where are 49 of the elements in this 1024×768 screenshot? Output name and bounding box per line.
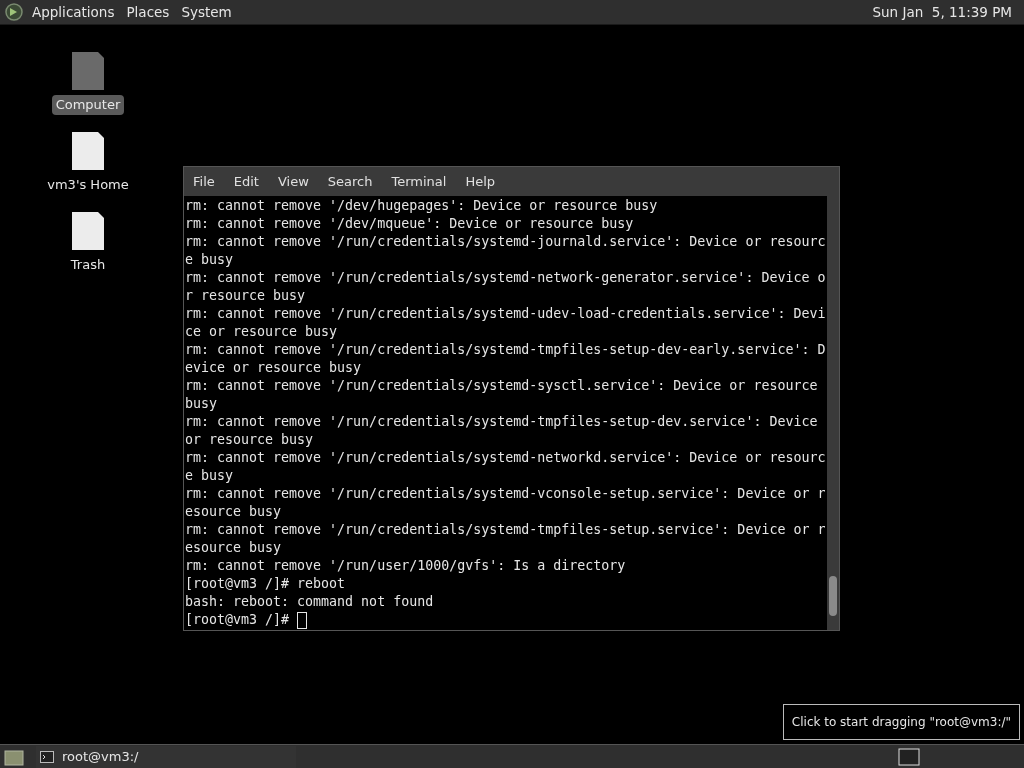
desktop-icon-label[interactable]: Trash	[66, 255, 110, 275]
clock[interactable]: Sun Jan 5, 11:39 PM	[872, 1, 1012, 23]
scrollbar[interactable]	[827, 196, 839, 630]
terminal-line: rm: cannot remove '/run/credentials/systemd-sysctl.service': Device or resource	[185, 377, 818, 395]
terminal-line: [root@vm3 /]#	[185, 611, 291, 629]
show-desktop-icon[interactable]	[4, 747, 24, 766]
panel-menu[interactable]: System	[181, 1, 232, 23]
tooltip: Click to start dragging "root@vm3:/"	[782, 704, 1020, 740]
terminal-line: rm: cannot remove '/run/credentials/systemd-tmpfiles-setup-dev-early.service': D	[185, 341, 826, 359]
terminal-line: evice or resource busy	[185, 359, 362, 377]
terminal-line: rm: cannot remove '/run/user/1000/gvfs': Is a directory	[185, 557, 626, 575]
terminal-line: bash: reboot: command not found	[185, 593, 434, 611]
terminal-line: rm: cannot remove '/run/credentials/systemd-networkd.service': Device or resourc	[185, 449, 826, 467]
terminal-line: rm: cannot remove '/run/credentials/systemd-tmpfiles-setup.service': Device or r	[185, 521, 826, 539]
file-icon	[70, 130, 106, 172]
terminal-line: rm: cannot remove '/dev/hugepages': Device or resource busy	[185, 197, 658, 215]
file-icon	[70, 210, 106, 252]
panel-menu[interactable]: Places	[126, 1, 170, 23]
terminal-line: esource busy	[185, 539, 282, 557]
desktop-icon-label[interactable]: Computer	[51, 95, 125, 115]
terminal-line: rm: cannot remove '/run/credentials/systemd-udev-load-credentials.service': Devi	[185, 305, 826, 323]
task-button[interactable]: root@vm3:/	[36, 745, 296, 768]
menu-item[interactable]: Edit	[233, 171, 259, 192]
menu-item[interactable]: View	[277, 171, 309, 192]
terminal-line: e busy	[185, 251, 234, 269]
computer-icon	[70, 50, 106, 92]
terminal-icon	[40, 750, 54, 763]
terminal-line: or resource busy	[185, 431, 314, 449]
terminal-line: rm: cannot remove '/run/credentials/systemd-vconsole-setup.service': Device or r	[185, 485, 826, 503]
terminal-line: rm: cannot remove '/dev/mqueue': Device or resource busy	[185, 215, 634, 233]
terminal-line: esource busy	[185, 503, 282, 521]
terminal-line: rm: cannot remove '/run/credentials/systemd-tmpfiles-setup-dev.service': Device	[185, 413, 818, 431]
menu-item[interactable]: File	[193, 171, 215, 192]
terminal-line: rm: cannot remove '/run/credentials/systemd-journald.service': Device or resourc	[185, 233, 826, 251]
workspace-icon[interactable]	[898, 747, 920, 766]
terminal-line: [root@vm3 /]# reboot	[185, 575, 346, 593]
menu-item[interactable]: Help	[465, 171, 496, 192]
terminal-line: rm: cannot remove '/run/credentials/systemd-network-generator.service': Device o	[185, 269, 826, 287]
scrollbar-thumb[interactable]	[829, 576, 837, 616]
terminal-line: ce or resource busy	[185, 323, 338, 341]
desktop-icon-label[interactable]: vm3's Home	[43, 175, 133, 195]
logo-icon	[4, 2, 24, 22]
cursor-icon	[297, 611, 308, 629]
terminal-line: r resource busy	[185, 287, 306, 305]
terminal-line: busy	[185, 395, 218, 413]
menu-item[interactable]: Terminal	[391, 171, 447, 192]
menu-item[interactable]: Search	[327, 171, 373, 192]
terminal-line: e busy	[185, 467, 234, 485]
panel-menu[interactable]: Applications	[32, 1, 115, 23]
